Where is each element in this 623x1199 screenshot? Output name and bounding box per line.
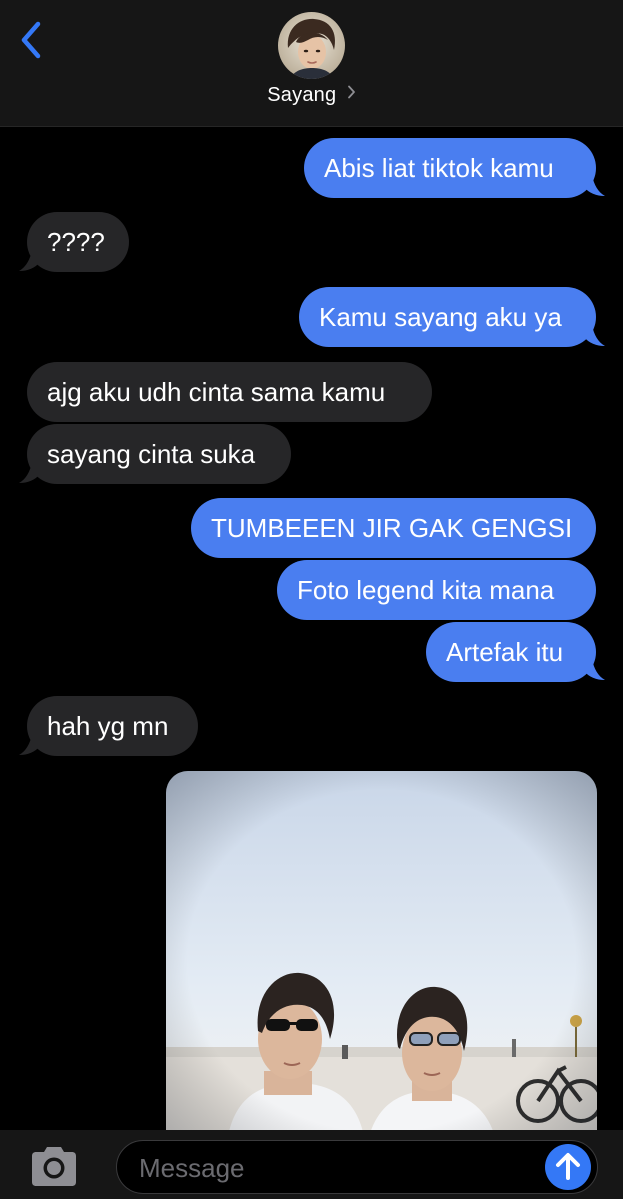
bubble-tail [584,325,605,346]
incoming-message[interactable]: ???? [27,212,129,272]
bubble-tail [19,250,40,271]
contact-avatar[interactable] [278,12,345,79]
send-button[interactable] [545,1144,591,1190]
outgoing-message[interactable]: Abis liat tiktok kamu [304,138,596,198]
message-text: hah yg mn [47,711,169,741]
bubble-tail [584,659,605,680]
chevron-left-icon [21,21,41,59]
message-text: Abis liat tiktok kamu [324,153,554,183]
message-text: sayang cinta suka [47,439,256,469]
outgoing-message[interactable]: TUMBEEEN JIR GAK GENGSI [191,498,596,558]
message-text: ajg aku udh cinta sama kamu [47,377,386,407]
camera-icon [32,1147,76,1186]
message-text: Artefak itu [446,637,564,667]
message-text: Kamu sayang aku ya [319,302,562,332]
message-input[interactable] [137,1147,541,1189]
incoming-message[interactable]: ajg aku udh cinta sama kamu [27,362,432,422]
outgoing-message[interactable]: Artefak itu [426,622,596,682]
contact-name: Sayang [267,84,337,106]
message-text: ???? [47,227,105,257]
messages-screen: Sayang Abis liat tiktok kamu ???? Kamu s… [0,0,623,1199]
arrow-up-icon [556,1153,580,1180]
incoming-message[interactable]: sayang cinta suka [27,424,291,484]
compose-bar [0,1130,623,1199]
photo-image [166,771,597,1151]
camera-button[interactable] [26,1144,82,1188]
incoming-message[interactable]: hah yg mn [27,696,198,756]
contact-title[interactable]: Sayang [0,84,623,107]
photo-message[interactable] [166,771,597,1151]
bubble-tail [19,734,40,755]
outgoing-message[interactable]: Kamu sayang aku ya [299,287,596,347]
chevron-right-icon [347,85,356,104]
message-text: Foto legend kita mana [297,575,555,605]
outgoing-message[interactable]: Foto legend kita mana [277,560,596,620]
bubble-tail [584,175,605,196]
message-field[interactable] [116,1140,598,1194]
conversation-header: Sayang [0,0,623,127]
bubble-tail [19,462,40,483]
message-text: TUMBEEEN JIR GAK GENGSI [211,513,573,543]
back-button[interactable] [14,18,54,62]
